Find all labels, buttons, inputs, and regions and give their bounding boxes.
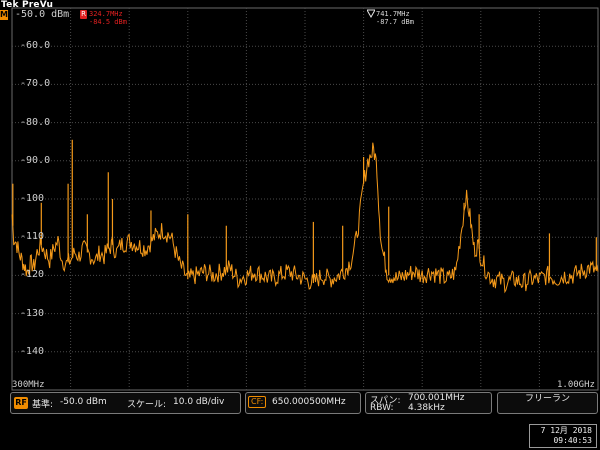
center-frequency-value: 650.000500MHz bbox=[272, 397, 346, 407]
y-tick-label: -100 bbox=[20, 193, 45, 204]
marker2-frequency: 741.7MHz bbox=[376, 10, 410, 18]
y-tick-label: -70.0 bbox=[20, 78, 51, 90]
trigger-mode-button[interactable]: フリーラン bbox=[497, 392, 598, 414]
rbw-label: RBW: bbox=[370, 403, 394, 413]
span-value: 700.001MHz bbox=[408, 393, 465, 403]
y-tick-label: -140 bbox=[20, 345, 45, 357]
y-tick-label: -90.0 bbox=[20, 154, 51, 166]
cf-badge: CF: bbox=[248, 396, 267, 408]
y-tick-label: -80.0 bbox=[20, 116, 51, 128]
stop-frequency-label: 1.00GHz bbox=[557, 380, 595, 390]
reference-marker-icon[interactable]: R bbox=[80, 10, 87, 19]
y-tick-label: -60.0 bbox=[20, 40, 51, 52]
marker1-frequency: 324.7MHz bbox=[89, 10, 123, 18]
spectrum-plot bbox=[11, 7, 599, 391]
reference-scale-box[interactable]: RF 基準: -50.0 dBm スケール: 10.0 dB/div bbox=[10, 392, 241, 414]
y-tick-label: -110 bbox=[20, 231, 45, 243]
center-frequency-box[interactable]: CF: 650.000500MHz bbox=[245, 392, 361, 414]
scale-label: スケール: bbox=[127, 400, 167, 410]
reference-value: -50.0 dBm bbox=[60, 397, 107, 407]
rf-badge: RF bbox=[14, 397, 28, 409]
reference-level-label: -50.0 dBm bbox=[15, 9, 70, 20]
y-tick-label: -120 bbox=[20, 269, 45, 281]
clock-display: 7 12月 2018 09:40:53 bbox=[529, 424, 597, 448]
marker1-level: -84.5 dBm bbox=[89, 18, 127, 26]
marker-triangle-icon[interactable] bbox=[367, 9, 375, 18]
span-rbw-box[interactable]: スパン: 700.001MHz RBW: 4.38kHz bbox=[365, 392, 492, 414]
marker2-level: -87.7 dBm bbox=[376, 18, 414, 26]
reference-label: 基準: bbox=[32, 400, 54, 410]
start-frequency-label: 300MHz bbox=[12, 380, 45, 390]
rbw-value: 4.38kHz bbox=[408, 403, 445, 413]
clock-date: 7 12月 2018 bbox=[540, 426, 592, 435]
y-tick-label: -130 bbox=[20, 307, 45, 319]
scale-value: 10.0 dB/div bbox=[173, 397, 225, 407]
trigger-mode-label: フリーラン bbox=[524, 394, 570, 404]
menu-marker-icon[interactable]: M bbox=[0, 10, 8, 20]
clock-time: 09:40:53 bbox=[553, 436, 592, 445]
